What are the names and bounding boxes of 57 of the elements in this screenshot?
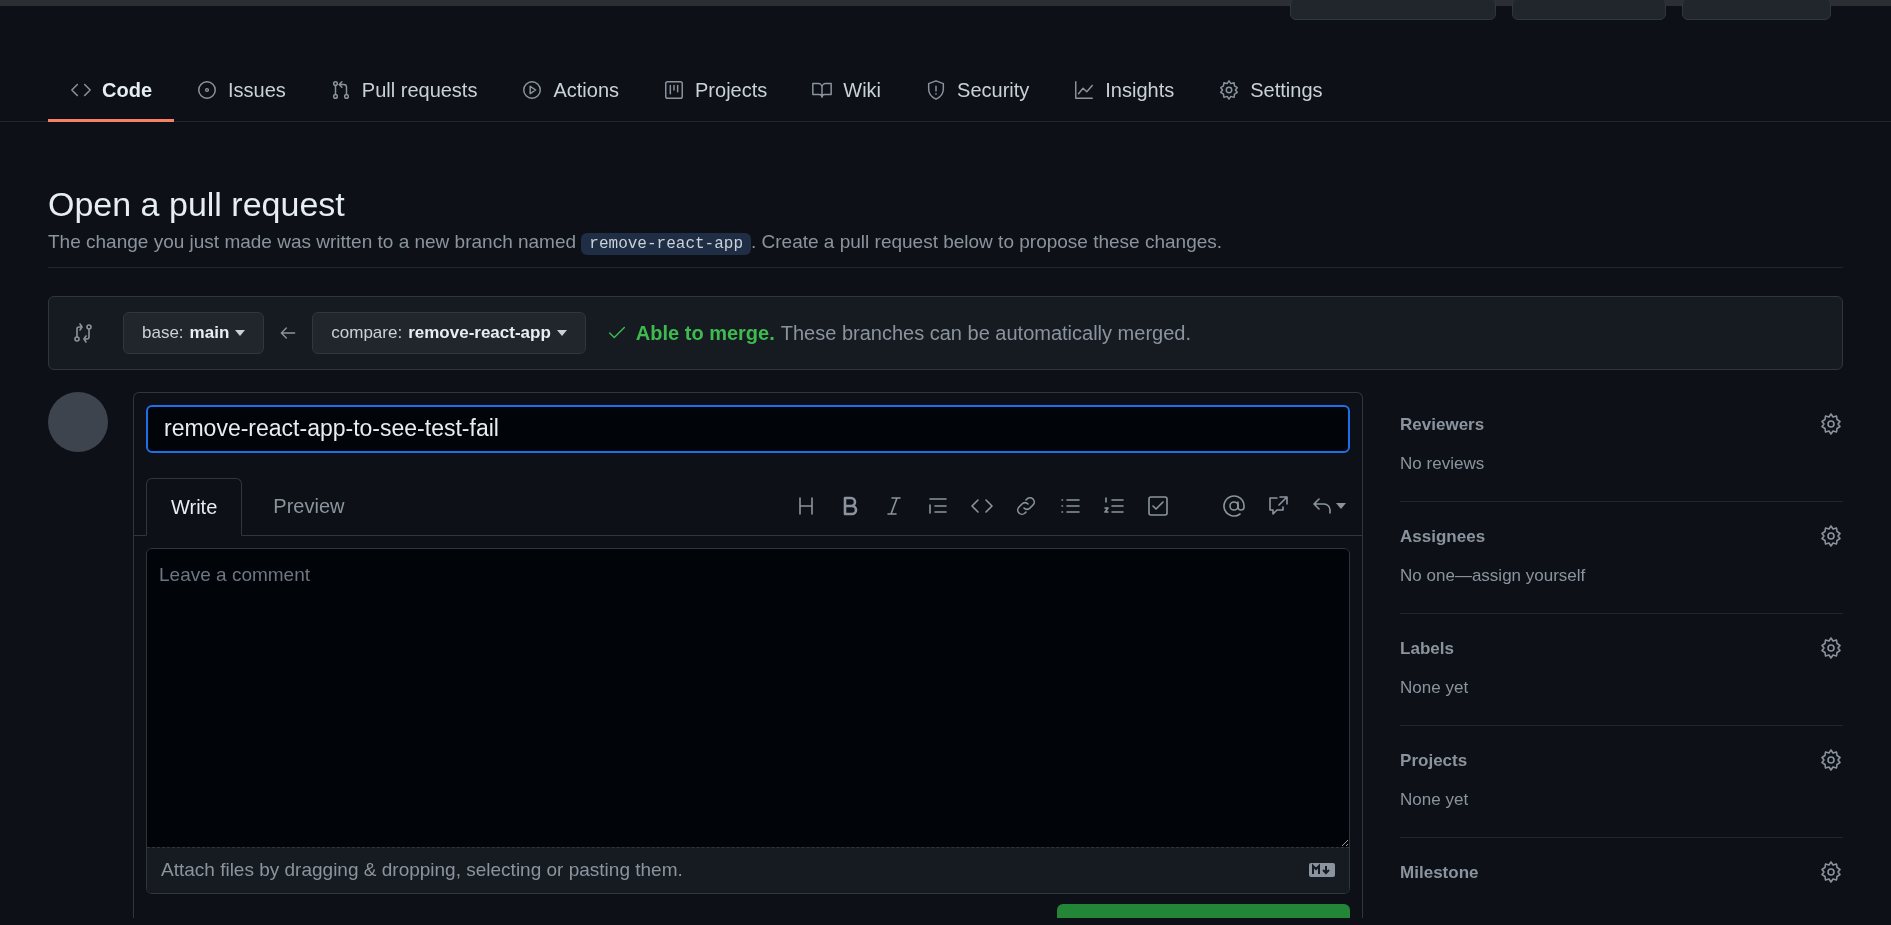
at-sign-button[interactable] <box>1222 493 1247 518</box>
settings-button[interactable] <box>1819 748 1843 773</box>
nav-tab[interactable]: Projects <box>641 64 790 122</box>
reference-icon <box>1266 493 1291 518</box>
reference-button[interactable] <box>1266 493 1291 518</box>
sidebar-heading: Milestone <box>1400 861 1479 884</box>
intro-text: The change you just made was written to a new branch named remove-react-app . Create a pull request below to propose these changes. <box>48 228 1843 268</box>
settings-icon <box>1819 636 1843 661</box>
nav-tab[interactable]: Insights <box>1051 64 1197 122</box>
settings-icon <box>1819 860 1843 885</box>
editor-tab[interactable]: Write <box>146 477 243 536</box>
nav-tab[interactable]: Actions <box>499 64 642 122</box>
sidebar-heading: Labels <box>1400 637 1454 660</box>
board-icon <box>663 78 686 101</box>
markdown-icon <box>1309 862 1336 878</box>
merge-note: These branches can be automatically merged. <box>780 320 1191 346</box>
settings-button[interactable] <box>1819 412 1843 437</box>
compare-branch-button[interactable]: compare: remove-react-app <box>312 311 586 354</box>
graph-icon <box>1073 78 1096 101</box>
nav-tab[interactable]: Wiki <box>789 64 904 122</box>
nav-tab[interactable]: Security <box>903 64 1052 122</box>
merge-status: Able to merge. <box>635 320 775 346</box>
base-branch-button[interactable]: base: main <box>123 311 265 354</box>
nav-tab[interactable]: Settings <box>1196 64 1345 122</box>
page-title: Open a pull request <box>48 184 346 224</box>
nav-tab[interactable]: Issues <box>174 64 308 122</box>
settings-icon <box>1819 524 1843 549</box>
settings-icon <box>1819 412 1843 437</box>
sidebar-value: None yet <box>1400 677 1470 699</box>
caret-icon <box>235 329 246 336</box>
at-sign-icon <box>1222 493 1247 518</box>
compare-icon <box>71 320 95 345</box>
circle-dot-icon <box>196 78 218 101</box>
sidebar-value: No reviews <box>1400 453 1486 475</box>
play-icon <box>521 78 544 101</box>
settings-button[interactable] <box>1819 524 1843 549</box>
caret-icon <box>1336 502 1347 509</box>
sidebar-value: No one—assign yourself <box>1400 565 1587 587</box>
sidebar-heading: Assignees <box>1400 525 1486 548</box>
checkbox-button[interactable] <box>1146 493 1171 518</box>
settings-button[interactable] <box>1819 860 1843 885</box>
settings-icon <box>1819 748 1843 773</box>
nav-tab[interactable]: Pull requests <box>307 64 500 122</box>
sidebar-heading: Reviewers <box>1400 413 1485 436</box>
nav-tab[interactable]: Code <box>48 64 174 122</box>
sidebar-value: None yet <box>1400 789 1470 811</box>
sidebar-heading: Projects <box>1400 749 1468 772</box>
settings-button[interactable] <box>1819 636 1843 661</box>
checkbox-icon <box>1146 493 1171 518</box>
title-input[interactable]: remove-react-app-to-see-test-fail <box>146 404 1351 453</box>
caret-icon <box>556 329 567 336</box>
attach-hint: Attach files by dragging & dropping, selecting or pasting them. <box>161 857 683 882</box>
branch-name: remove-react-app <box>581 233 751 255</box>
editor-tab[interactable]: Preview <box>242 476 376 535</box>
settings-icon <box>1218 78 1241 101</box>
submit-button[interactable] <box>1057 903 1351 918</box>
comment-field[interactable]: Leave a comment <box>147 548 1350 847</box>
